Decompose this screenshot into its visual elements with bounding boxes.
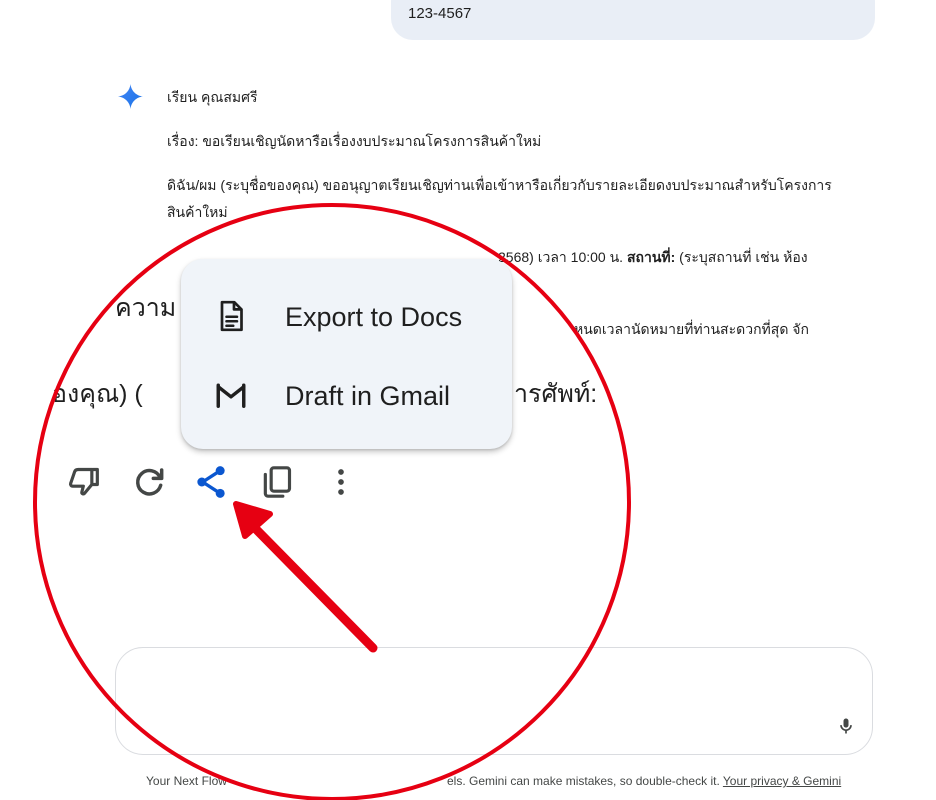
prompt-input[interactable] — [115, 647, 873, 755]
thumbs-down-button[interactable] — [64, 462, 104, 502]
footer-disclaimer: els. Gemini can make mistakes, so double… — [447, 774, 841, 788]
footer-left: Your Next Flow — [146, 774, 227, 788]
annotation-arrow-shaft — [241, 514, 378, 653]
footer-disclaimer-text: els. Gemini can make mistakes, so double… — [447, 774, 723, 788]
response-schedule: 2568) เวลา 10:00 น. สถานที่: (ระบุสถานที… — [498, 244, 808, 270]
response-closing: หนดเวลานัดหมายที่ท่านสะดวกที่สุด จัก — [574, 321, 809, 337]
share-menu: Export to Docs Draft in Gmail — [181, 259, 512, 449]
gemini-sparkle-icon — [118, 84, 143, 109]
docs-icon — [220, 300, 243, 332]
thumbs-down-icon — [68, 467, 99, 496]
share-icon — [197, 466, 225, 498]
regenerate-icon — [136, 468, 164, 496]
gmail-icon — [216, 383, 246, 408]
zoomed-text-line2-right: ารศัพท์: — [514, 380, 598, 408]
zoomed-text-line1: ความ — [115, 294, 177, 322]
response-subject: เรื่อง: ขอเรียนเชิญนัดหารือเรื่องงบประมา… — [167, 133, 542, 149]
location-label: สถานที่: — [626, 249, 676, 265]
location-text: (ระบุสถานที่ เช่น ห้อง — [675, 249, 808, 265]
user-message-bubble: 123-4567 — [391, 0, 875, 40]
response-body-line2: สินค้าใหม่ — [167, 204, 228, 220]
zoomed-text-line2-left: องคุณ) ( — [52, 380, 143, 408]
response-greeting: เรียน คุณสมศรี — [167, 89, 258, 105]
privacy-link[interactable]: Your privacy & Gemini — [723, 774, 841, 788]
draft-in-gmail-label: Draft in Gmail — [285, 381, 451, 411]
copy-icon — [263, 466, 292, 498]
annotation-arrow-head — [233, 501, 273, 539]
more-options-button[interactable] — [321, 462, 361, 502]
export-to-docs-label: Export to Docs — [285, 302, 463, 332]
user-message-text: 123-4567 — [408, 5, 472, 22]
schedule-text: 2568) เวลา 10:00 น. — [498, 249, 627, 265]
microphone-icon[interactable] — [836, 716, 856, 736]
draft-in-gmail-item[interactable]: Draft in Gmail — [181, 359, 512, 429]
response-body-line1: ดิฉัน/ผม (ระบุชื่อของคุณ) ขออนุญาตเรียนเ… — [167, 177, 832, 193]
export-to-docs-item[interactable]: Export to Docs — [181, 280, 512, 350]
regenerate-button[interactable] — [129, 462, 169, 502]
share-button[interactable] — [191, 462, 231, 502]
more-vert-icon — [338, 469, 344, 495]
copy-button[interactable] — [257, 462, 297, 502]
